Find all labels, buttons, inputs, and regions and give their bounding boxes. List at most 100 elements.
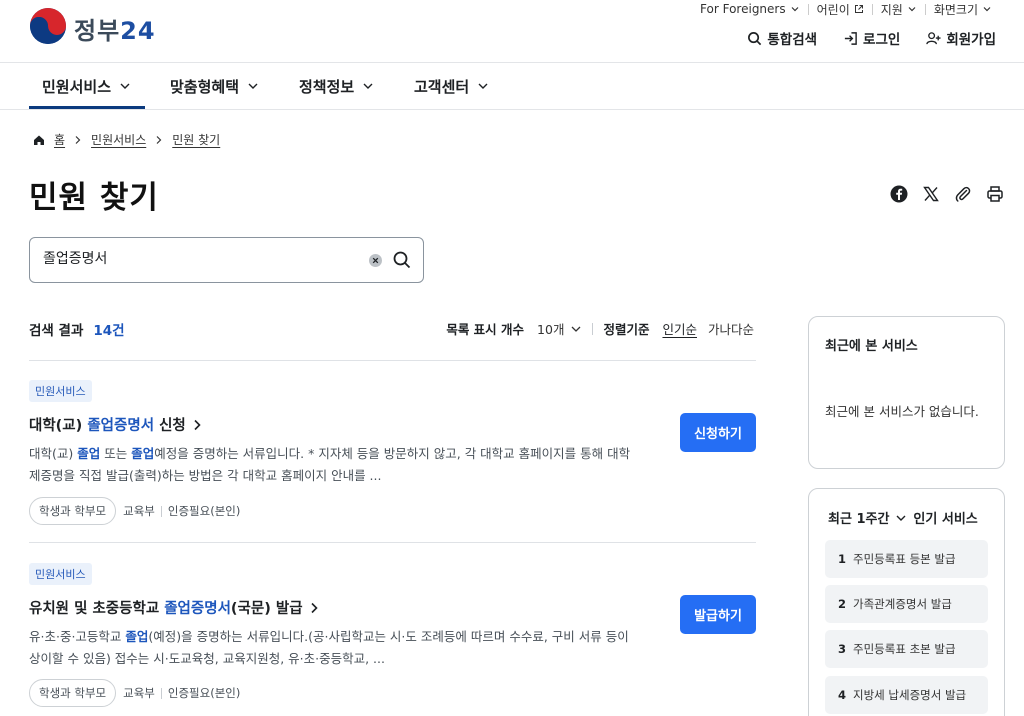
user-add-icon <box>926 31 941 44</box>
audience-chip[interactable]: 학생과 학부모 <box>29 497 117 525</box>
apply-button[interactable]: 신청하기 <box>680 413 756 452</box>
nav-item-custom-benefits[interactable]: 맞춤형혜택 <box>170 63 259 109</box>
page-title: 민원 찾기 <box>29 180 159 216</box>
result-meta: 학생과 학부모 교육부 인증필요(본인) <box>29 497 240 525</box>
result-count: 검색 결과 14건 <box>29 319 125 339</box>
list-controls: 목록 표시 개수 10개 정렬기준 인기순 가나다순 <box>446 319 754 338</box>
list-count-label: 목록 표시 개수 <box>446 322 525 337</box>
search-input[interactable] <box>43 250 363 266</box>
nav-active-indicator <box>29 106 145 109</box>
print-icon[interactable] <box>986 185 1004 203</box>
auth-label: 인증필요(본인) <box>167 686 241 700</box>
chevron-right-icon <box>311 602 318 613</box>
account-menu: 통합검색 로그인 회원가입 <box>747 28 996 48</box>
clear-search-button[interactable] <box>369 254 382 267</box>
search-icon <box>393 251 411 269</box>
chevron-down-icon <box>363 83 373 89</box>
popular-item-label: 가족관계증명서 발급 <box>853 597 952 611</box>
account-label: 회원가입 <box>946 32 996 48</box>
utility-kids[interactable]: 어린이 <box>809 1 872 18</box>
search-submit-button[interactable] <box>392 250 412 270</box>
account-label: 통합검색 <box>767 32 818 48</box>
result-count-label: 검색 결과 <box>29 323 84 339</box>
popular-item-label: 주민등록표 등본 발급 <box>853 552 956 566</box>
facebook-icon[interactable] <box>890 185 908 203</box>
period-select[interactable]: 최근 1주간 <box>828 508 907 527</box>
nav-item-civil-services[interactable]: 민원서비스 <box>42 63 131 109</box>
chevron-right-icon <box>156 135 162 144</box>
result-count-value: 14건 <box>93 323 125 339</box>
popular-header: 최근 1주간 인기 서비스 <box>828 508 978 527</box>
result-title-link[interactable]: 유치원 및 초중등학교 졸업증명서(국문) 발급 <box>29 597 319 618</box>
nav-item-customer-center[interactable]: 고객센터 <box>414 63 489 109</box>
recent-services-panel: 최근에 본 서비스 최근에 본 서비스가 없습니다. <box>808 316 1005 469</box>
results-divider <box>29 542 756 543</box>
category-tag: 민원서비스 <box>29 563 92 585</box>
search-box <box>29 237 424 283</box>
government-logo-icon[interactable] <box>29 7 67 45</box>
result-description: 유·초·중·고등학교 졸업(예정)을 증명하는 서류입니다.(공·사립학교는 시… <box>29 629 629 666</box>
sort-option-alphabetical[interactable]: 가나다순 <box>708 319 754 338</box>
external-link-icon <box>854 5 863 13</box>
search-icon <box>748 31 762 45</box>
chevron-down-icon <box>248 83 258 89</box>
results-divider <box>29 360 756 361</box>
utility-label: 지원 <box>880 2 903 17</box>
popular-item-label: 주민등록표 초본 발급 <box>853 642 956 656</box>
popular-item[interactable]: 1 주민등록표 등본 발급 <box>825 540 988 578</box>
nav-label: 민원서비스 <box>42 77 112 96</box>
audience-chip[interactable]: 학생과 학부모 <box>29 679 117 707</box>
period-value: 최근 1주간 <box>828 512 890 527</box>
popular-item[interactable]: 2 가족관계증명서 발급 <box>825 585 988 623</box>
chevron-right-icon <box>194 419 201 430</box>
popular-services-panel: 최근 1주간 인기 서비스 1 주민등록표 등본 발급 2 가족관계증명서 발급… <box>808 488 1005 716</box>
login-button[interactable]: 로그인 <box>843 28 900 48</box>
login-icon <box>844 31 857 45</box>
rank-number: 2 <box>838 597 847 611</box>
main-navigation: 민원서비스 맞춤형혜택 정책정보 고객센터 <box>0 62 1024 110</box>
list-count-value: 10개 <box>537 322 565 337</box>
site-logo-text[interactable]: 정부24 <box>74 11 156 46</box>
x-icon[interactable] <box>922 185 940 203</box>
breadcrumb-current[interactable]: 민원 찾기 <box>172 131 220 148</box>
chevron-down-icon <box>896 515 906 521</box>
list-count-select[interactable]: 10개 <box>537 319 582 338</box>
rank-number: 3 <box>838 642 847 656</box>
nav-label: 고객센터 <box>414 77 470 96</box>
result-title: 유치원 및 초중등학교 졸업증명서(국문) 발급 <box>29 601 303 617</box>
chevron-down-icon <box>908 7 916 12</box>
result-title-link[interactable]: 대학(교) 졸업증명서 신청 <box>29 414 202 435</box>
share-toolbar <box>890 185 1004 203</box>
signup-button[interactable]: 회원가입 <box>926 28 996 48</box>
account-label: 로그인 <box>863 32 901 48</box>
sort-label: 정렬기준 <box>603 322 650 337</box>
chevron-down-icon <box>478 83 488 89</box>
panel-title: 인기 서비스 <box>913 512 978 527</box>
logo-number: 24 <box>120 17 156 45</box>
breadcrumb-item[interactable]: 민원서비스 <box>91 131 146 148</box>
link-icon[interactable] <box>954 185 972 203</box>
auth-label: 인증필요(본인) <box>167 504 241 518</box>
nav-label: 맞춤형혜택 <box>170 77 240 96</box>
chevron-down-icon <box>791 7 799 12</box>
integrated-search-button[interactable]: 통합검색 <box>747 28 817 48</box>
utility-for-foreigners[interactable]: For Foreigners <box>692 2 808 16</box>
sort-option-popular[interactable]: 인기순 <box>662 319 697 338</box>
divider <box>160 687 162 699</box>
rank-number: 4 <box>838 688 847 702</box>
popular-item[interactable]: 3 주민등록표 초본 발급 <box>825 630 988 668</box>
chevron-down-icon <box>120 83 130 89</box>
home-icon[interactable] <box>33 134 45 146</box>
nav-item-policy-info[interactable]: 정책정보 <box>299 63 374 109</box>
popular-item[interactable]: 4 지방세 납세증명서 발급 <box>825 676 988 714</box>
issue-button[interactable]: 발급하기 <box>680 595 756 634</box>
utility-menu: For Foreigners 어린이 지원 화면크기 <box>692 0 1000 18</box>
chevron-down-icon <box>571 326 581 332</box>
breadcrumb-home[interactable]: 홈 <box>54 131 65 148</box>
utility-screen-size[interactable]: 화면크기 <box>926 1 1000 18</box>
divider <box>160 505 162 517</box>
utility-support[interactable]: 지원 <box>873 1 925 18</box>
category-tag: 민원서비스 <box>29 380 92 402</box>
panel-title: 최근에 본 서비스 <box>825 339 918 354</box>
result-title: 대학(교) 졸업증명서 신청 <box>29 418 186 434</box>
